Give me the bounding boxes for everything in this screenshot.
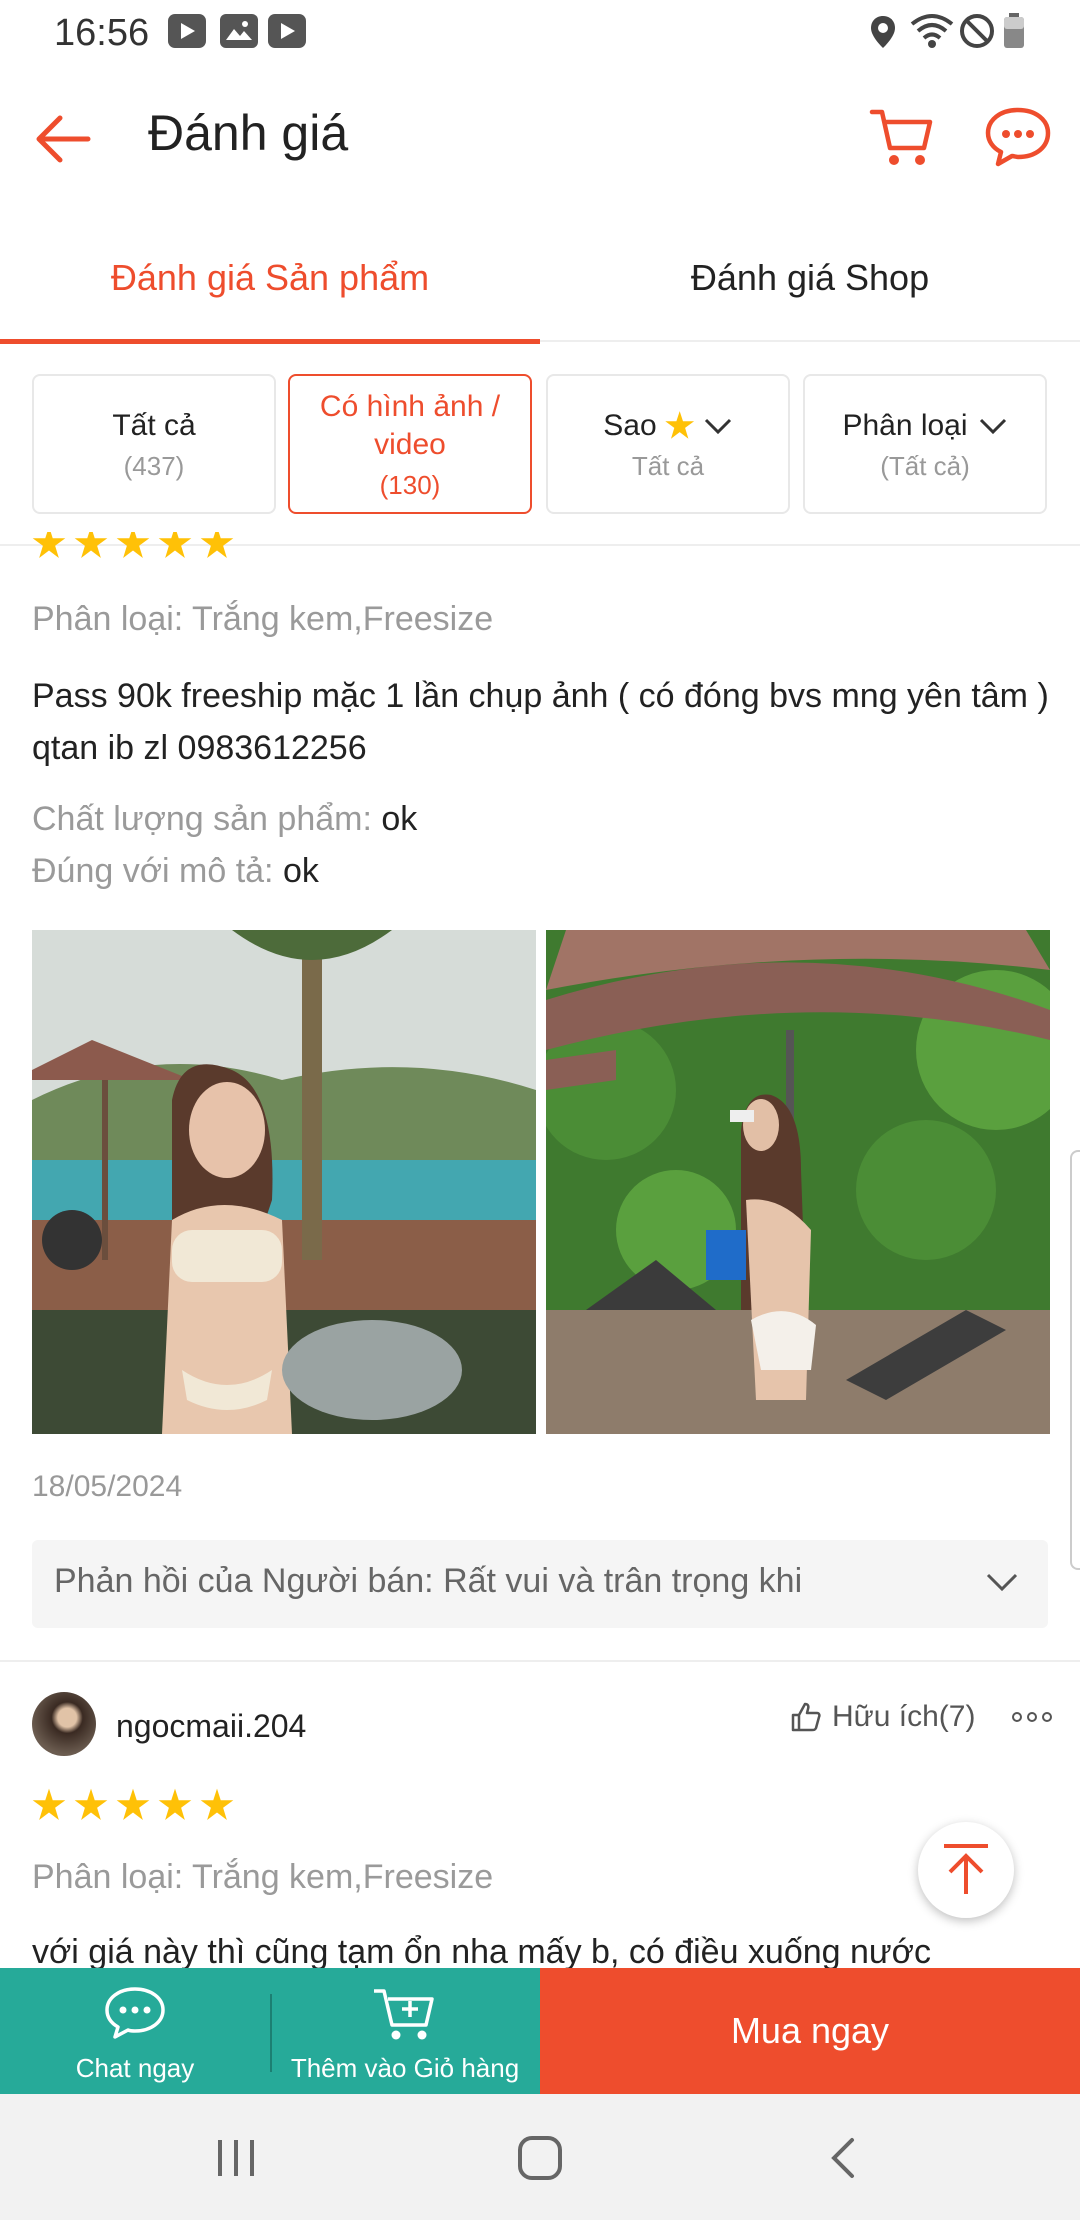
review1-photo-2[interactable]	[546, 930, 1050, 1434]
system-back-icon[interactable]	[824, 2136, 860, 2180]
add-to-cart-button[interactable]: Thêm vào Giỏ hàng	[270, 1968, 540, 2094]
system-nav-bar	[0, 2094, 1080, 2220]
arrow-up-icon	[944, 1844, 988, 1894]
status-bar: 16:56	[0, 0, 1080, 64]
more-options-icon[interactable]	[1012, 1712, 1052, 1722]
seller-reply[interactable]: Phản hồi của Người bán: Rất vui và trân …	[32, 1540, 1048, 1628]
do-not-disturb-icon	[960, 14, 994, 48]
chevron-down-icon	[704, 418, 731, 434]
battery-icon	[1004, 13, 1024, 48]
avatar[interactable]	[32, 1692, 96, 1756]
star-icon	[200, 532, 234, 558]
review1-text: Pass 90k freeship mặc 1 lần chụp ảnh ( c…	[32, 677, 1049, 767]
filter-all[interactable]: Tất cả (437)	[32, 374, 276, 514]
filter-bar: Tất cả (437) Có hình ảnh / video (130) S…	[0, 344, 1080, 546]
back-arrow-icon[interactable]	[28, 104, 98, 174]
star-icon	[74, 532, 108, 558]
helpful-button[interactable]: Hữu ích(7)	[790, 1700, 975, 1734]
review2-rating-stars	[32, 1788, 234, 1822]
youtube-notification-icon	[168, 14, 206, 48]
tab-product-reviews[interactable]: Đánh giá Sản phẩm	[0, 214, 540, 344]
scrollbar[interactable]	[1070, 1150, 1080, 1570]
chevron-down-icon[interactable]	[984, 1570, 1020, 1594]
review2-variant: Phân loại: Trắng kem,Freesize	[32, 1858, 494, 1896]
header: Đánh giá	[0, 64, 1080, 214]
star-icon	[158, 532, 192, 558]
filter-stars[interactable]: Sao Tất cả	[546, 374, 790, 514]
review2-username[interactable]: ngocmaii.204	[116, 1708, 306, 1745]
star-icon	[665, 411, 695, 439]
star-icon	[116, 532, 150, 558]
star-icon	[158, 1788, 192, 1820]
scroll-to-top-button[interactable]	[918, 1822, 1014, 1918]
location-icon	[871, 16, 895, 48]
review1-description-match: Đúng với mô tả: ok	[32, 852, 319, 890]
filter-with-media[interactable]: Có hình ảnh / video (130)	[288, 374, 532, 514]
review2-text: với giá này thì cũng tạm ổn nha mấy b, c…	[32, 1933, 931, 1968]
gallery-notification-icon	[220, 14, 258, 48]
filter-variant[interactable]: Phân loại (Tất cả)	[803, 374, 1047, 514]
status-time: 16:56	[54, 12, 150, 54]
review1-date: 18/05/2024	[32, 1470, 183, 1503]
add-to-cart-icon	[374, 1989, 434, 2040]
review1-quality: Chất lượng sản phẩm: ok	[32, 800, 418, 838]
review1-photo-1[interactable]	[32, 930, 536, 1434]
chat-bubble-icon	[105, 1987, 165, 2039]
page-title: Đánh giá	[148, 105, 349, 161]
chevron-down-icon	[979, 418, 1006, 434]
star-icon	[200, 1788, 234, 1820]
youtube-notification-icon-2	[268, 14, 306, 48]
buy-now-button[interactable]: Mua ngay	[540, 1968, 1080, 2094]
review-divider	[0, 1660, 1080, 1662]
chat-bubble-icon[interactable]	[982, 100, 1054, 172]
thumbs-up-icon	[791, 1702, 821, 1732]
tab-shop-reviews[interactable]: Đánh giá Shop	[540, 214, 1080, 342]
recent-apps-icon[interactable]	[214, 2138, 258, 2178]
home-icon[interactable]	[516, 2134, 564, 2182]
review-tabs: Đánh giá Sản phẩm Đánh giá Shop	[0, 214, 1080, 344]
review1-rating-stars	[32, 532, 234, 562]
cart-icon[interactable]	[866, 100, 938, 172]
seller-reply-text: Phản hồi của Người bán: Rất vui và trân …	[54, 1562, 803, 1600]
star-icon	[74, 1788, 108, 1820]
wifi-icon	[910, 14, 954, 48]
bottom-action-bar: Chat ngay Thêm vào Giỏ hàng Mua ngay	[0, 1968, 1080, 2094]
star-icon	[32, 1788, 66, 1820]
chat-now-button[interactable]: Chat ngay	[0, 1968, 270, 2094]
star-icon	[116, 1788, 150, 1820]
star-icon	[32, 532, 66, 558]
review1-variant: Phân loại: Trắng kem,Freesize	[32, 600, 494, 638]
